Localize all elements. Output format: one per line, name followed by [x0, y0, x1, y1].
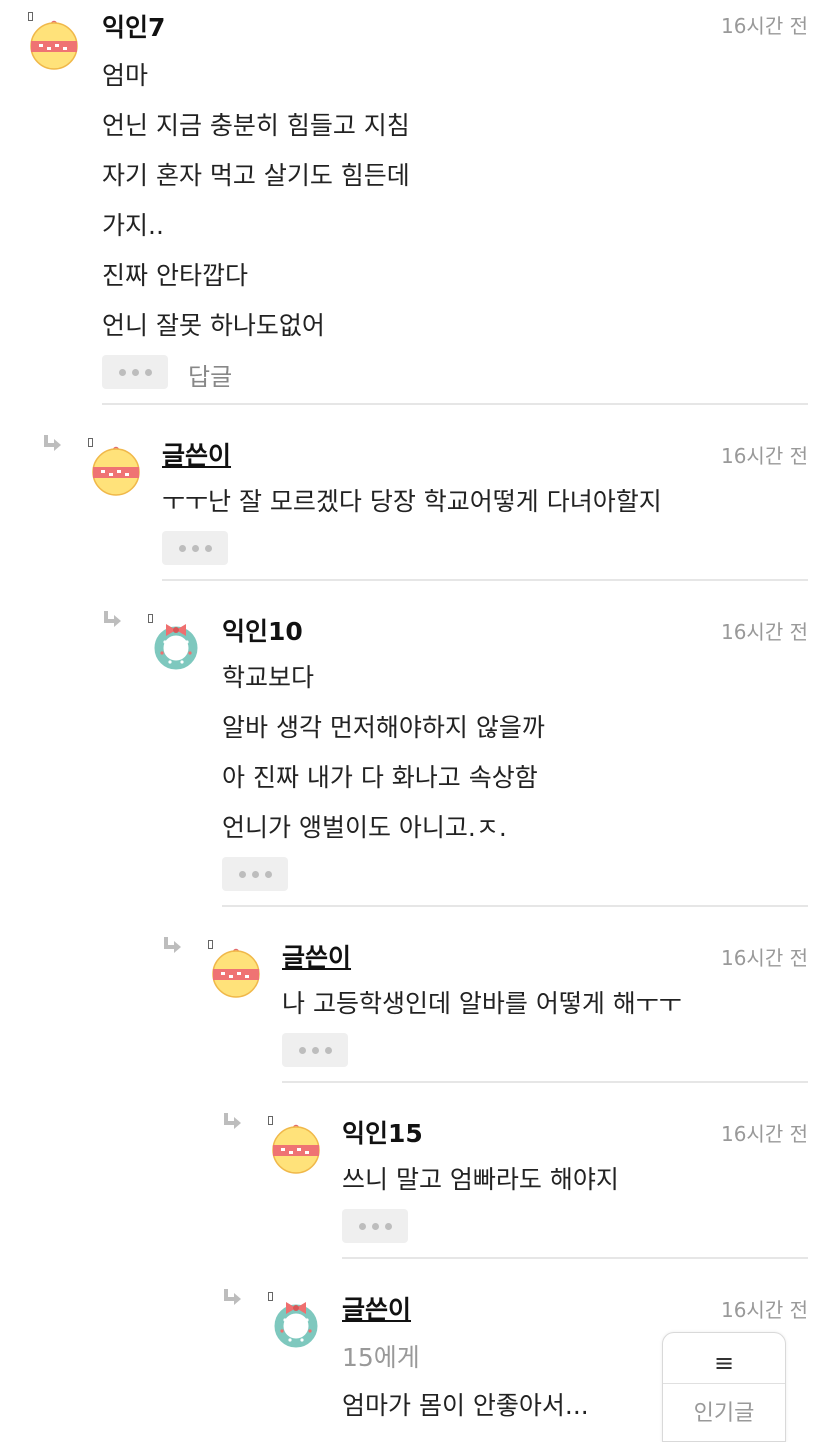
comment-text-line: 엄마가 몸이 안좋아서... [342, 1391, 589, 1420]
more-options-button[interactable] [282, 1033, 348, 1067]
comment-text-line: 자기 혼자 먹고 살기도 힘든데 [102, 161, 410, 190]
wreath-avatar-icon[interactable] [270, 1298, 322, 1350]
comment-text-line: 아 진짜 내가 다 화나고 속상함 [222, 763, 538, 792]
ornament-avatar-icon[interactable] [90, 444, 142, 496]
comment-timestamp: 16시간 전 [720, 620, 808, 644]
reply-arrow-icon [224, 1113, 241, 1129]
comment-text-line: 언닌 지금 충분히 힘들고 지침 [102, 111, 410, 140]
hamburger-menu-icon[interactable]: ≡ [663, 1349, 785, 1377]
comment-text-line: 언니가 앵벌이도 아니고.ㅈ. [222, 813, 507, 842]
reply-mention: 15에게 [342, 1343, 420, 1372]
comment-timestamp: 16시간 전 [720, 444, 808, 468]
more-options-button[interactable] [102, 355, 168, 389]
popular-posts-floating-button[interactable]: ≡ 인기글 [662, 1332, 786, 1442]
comment-author-name[interactable]: 익인10 [222, 612, 303, 648]
comment-divider [222, 905, 808, 907]
reply-button[interactable]: 답글 [188, 357, 232, 392]
comment-divider [342, 1257, 808, 1259]
reply-arrow-icon [104, 611, 121, 627]
comment-text-line: 가지.. [102, 211, 164, 240]
reply-arrow-icon [164, 937, 181, 953]
comment-text-line: 알바 생각 먼저해야하지 않을까 [222, 713, 545, 742]
reply-arrow-icon [44, 435, 61, 451]
comment-divider [162, 579, 808, 581]
comment-timestamp: 16시간 전 [720, 946, 808, 970]
comment-author-name[interactable]: 글쓴이 [342, 1290, 411, 1326]
comment-divider [102, 403, 808, 405]
comment-text-line: 언니 잘못 하나도없어 [102, 311, 325, 340]
comment-text-line: 학교보다 [222, 663, 315, 692]
comment-author-name[interactable]: 글쓴이 [282, 938, 351, 974]
ornament-avatar-icon[interactable] [210, 946, 262, 998]
ornament-avatar-icon[interactable] [270, 1122, 322, 1174]
comment-author-name[interactable]: 글쓴이 [162, 436, 231, 472]
comment-text-line: 엄마 [102, 61, 149, 90]
wreath-avatar-icon[interactable] [150, 620, 202, 672]
comment-author-name[interactable]: 익인7 [102, 8, 165, 44]
popular-posts-label[interactable]: 인기글 [663, 1395, 785, 1427]
comment-timestamp: 16시간 전 [720, 1298, 808, 1322]
reply-arrow-icon [224, 1289, 241, 1305]
comment-text-line: 쓰니 말고 엄빠라도 해야지 [342, 1165, 619, 1194]
floating-menu-divider [663, 1383, 785, 1384]
more-options-button[interactable] [162, 531, 228, 565]
more-options-button[interactable] [222, 857, 288, 891]
more-options-button[interactable] [342, 1209, 408, 1243]
comment-timestamp: 16시간 전 [720, 1122, 808, 1146]
ornament-avatar-icon[interactable] [28, 18, 80, 70]
comment-author-name[interactable]: 익인15 [342, 1114, 423, 1150]
comment-text-line: 나 고등학생인데 알바를 어떻게 해ㅜㅜ [282, 989, 682, 1018]
comment-text-line: 진짜 안타깝다 [102, 261, 248, 290]
comment-divider [282, 1081, 808, 1083]
comment-timestamp: 16시간 전 [720, 14, 808, 38]
comment-text-line: ㅜㅜ난 잘 모르겠다 당장 학교어떻게 다녀아할지 [162, 487, 662, 516]
